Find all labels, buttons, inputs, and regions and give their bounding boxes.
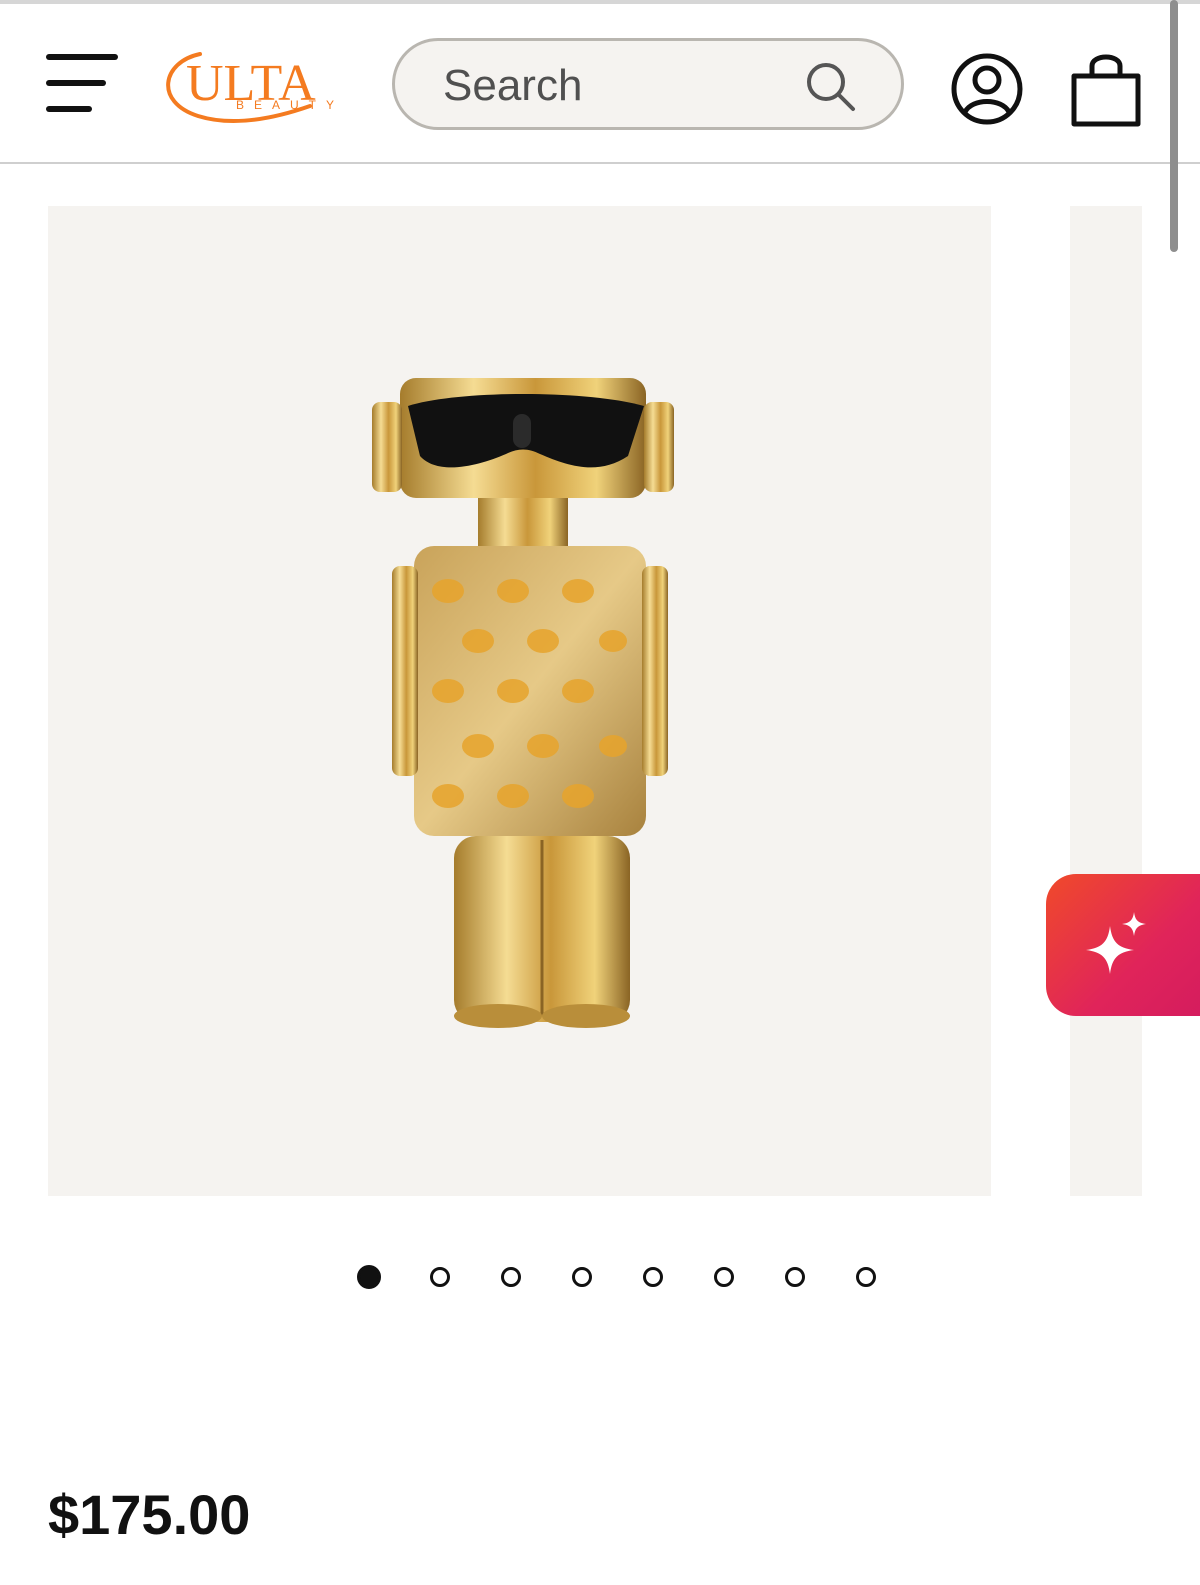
ulta-logo[interactable]: ULTA BEAUTY (160, 40, 350, 130)
menu-line (46, 54, 118, 60)
site-header: ULTA BEAUTY (0, 4, 1200, 164)
search-icon[interactable] (803, 59, 859, 115)
account-icon[interactable] (950, 52, 1024, 126)
next-image-slide-peek[interactable] (1070, 206, 1142, 1196)
sparkle-icon (1086, 912, 1146, 974)
carousel-dot[interactable] (856, 1267, 876, 1287)
carousel-dot[interactable] (785, 1267, 805, 1287)
product-price: $175.00 (48, 1483, 251, 1546)
search-bar[interactable] (392, 38, 904, 130)
carousel-dot[interactable] (357, 1265, 381, 1289)
perfume-bottle-image (372, 378, 674, 1028)
shopping-bag-icon[interactable] (1068, 52, 1144, 130)
logo-subtitle-text: BEAUTY (236, 98, 344, 112)
carousel-dot[interactable] (714, 1267, 734, 1287)
carousel-pagination (0, 1264, 1200, 1294)
search-input[interactable] (441, 55, 795, 117)
menu-line (46, 80, 106, 86)
product-image-slide[interactable] (48, 206, 991, 1196)
ai-assistant-button[interactable] (1046, 874, 1200, 1016)
product-image-gallery[interactable] (0, 166, 1200, 1206)
carousel-dot[interactable] (643, 1267, 663, 1287)
carousel-dot[interactable] (430, 1267, 450, 1287)
carousel-dot[interactable] (572, 1267, 592, 1287)
menu-line (46, 106, 92, 112)
carousel-dot[interactable] (501, 1267, 521, 1287)
menu-button[interactable] (46, 48, 120, 118)
